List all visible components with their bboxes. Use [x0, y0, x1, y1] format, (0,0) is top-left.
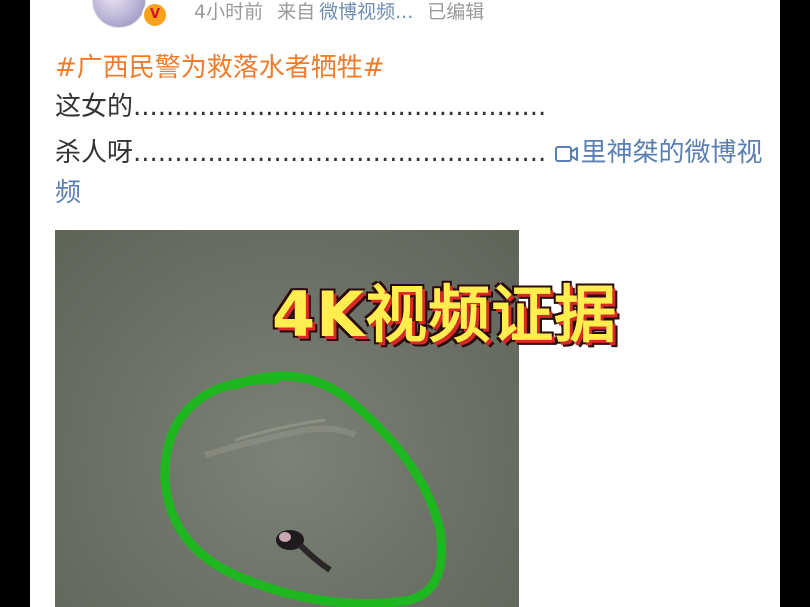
video-link-icon [554, 146, 578, 162]
video-link[interactable]: 里神桀的微博视 [554, 138, 763, 168]
post-text-line-1: 这女的.....................................… [55, 92, 547, 122]
highlight-circle [160, 371, 446, 607]
post-source-prefix: 来自 [277, 1, 316, 23]
post-meta-row: V 4小时前 来自 微博视频... 已编辑 [60, 0, 780, 28]
verified-badge-icon: V [142, 2, 168, 28]
person-in-water-face [279, 532, 291, 542]
hashtag-link[interactable]: #广西民警为救落水者牺牲# [55, 52, 385, 84]
person-in-water-body [297, 542, 332, 573]
post-source-link[interactable]: 微博视频... [319, 1, 413, 23]
water-ripple [204, 425, 357, 458]
video-link-label: 里神桀的微博视 [580, 138, 763, 168]
avatar[interactable] [92, 0, 146, 28]
post-time: 4小时前 [194, 1, 264, 23]
post-text-line-2: 杀人呀.....................................… [55, 136, 763, 170]
video-link-wrap[interactable]: 频 [55, 176, 81, 210]
video-overlay-caption: 4K视频证据 [272, 278, 618, 351]
post-meta: 4小时前 来自 微博视频... 已编辑 [194, 0, 498, 24]
post-text-line-2-text: 杀人呀.....................................… [55, 138, 547, 168]
edited-label[interactable]: 已编辑 [427, 1, 484, 23]
